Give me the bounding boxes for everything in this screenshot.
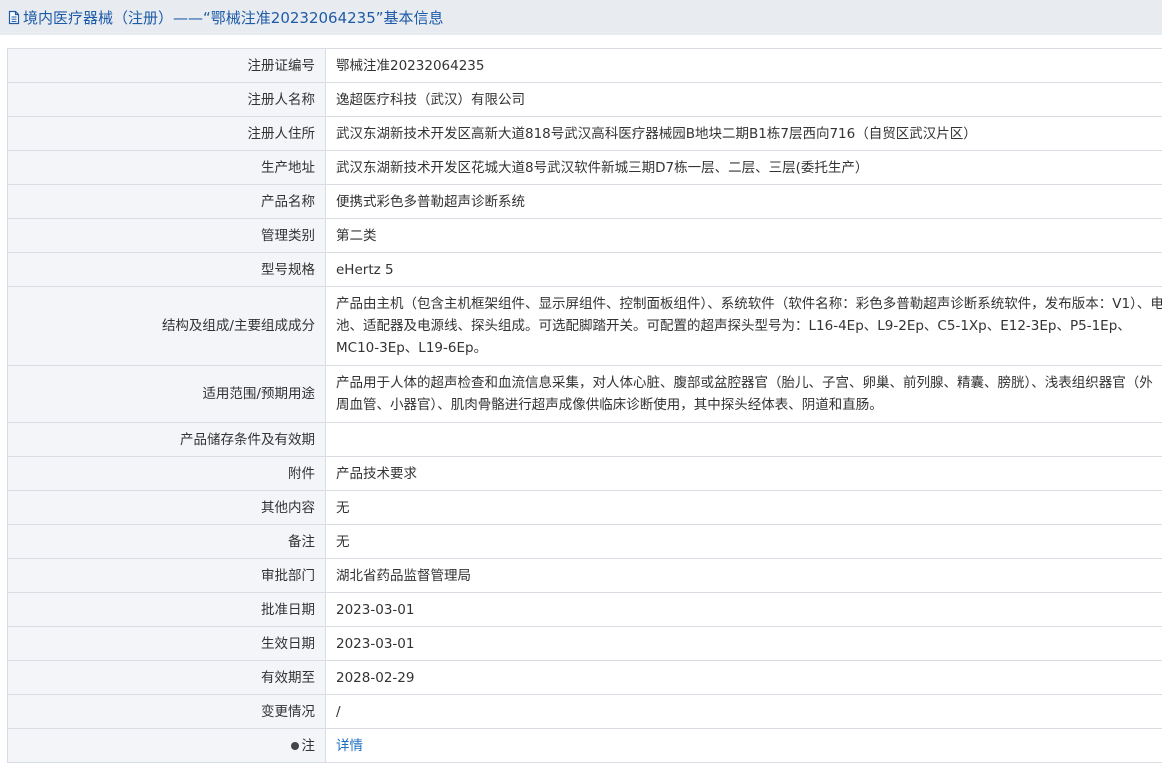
field-label: 产品储存条件及有效期 [8, 423, 326, 457]
field-value: eHertz 5 [326, 253, 1162, 287]
field-value: 2028-02-29 [326, 661, 1162, 695]
field-label: 备注 [8, 525, 326, 559]
field-label: 其他内容 [8, 491, 326, 525]
field-value: 鄂械注准20232064235 [326, 49, 1162, 83]
field-label: 生效日期 [8, 627, 326, 661]
field-label: 型号规格 [8, 253, 326, 287]
field-label: 结构及组成/主要组成成分 [8, 287, 326, 366]
bullet-icon [291, 742, 299, 750]
table-row: 注册人住所 武汉东湖新技术开发区高新大道818号武汉高科医疗器械园B地块二期B1… [8, 117, 1162, 151]
field-label: 管理类别 [8, 219, 326, 253]
field-value: 武汉东湖新技术开发区高新大道818号武汉高科医疗器械园B地块二期B1栋7层西向7… [326, 117, 1162, 151]
field-label: 变更情况 [8, 695, 326, 729]
field-label: 生产地址 [8, 151, 326, 185]
note-row: 注 详情 [8, 729, 1162, 763]
table-row: 变更情况 / [8, 695, 1162, 729]
table-row: 生产地址 武汉东湖新技术开发区花城大道8号武汉软件新城三期D7栋一层、二层、三层… [8, 151, 1162, 185]
table-row: 备注 无 [8, 525, 1162, 559]
table-row: 审批部门 湖北省药品监督管理局 [8, 559, 1162, 593]
field-value: 2023-03-01 [326, 593, 1162, 627]
field-value: 便携式彩色多普勒超声诊断系统 [326, 185, 1162, 219]
table-row: 适用范围/预期用途 产品用于人体的超声检查和血流信息采集，对人体心脏、腹部或盆腔… [8, 366, 1162, 423]
field-label: 有效期至 [8, 661, 326, 695]
table-row: 型号规格 eHertz 5 [8, 253, 1162, 287]
field-value: 第二类 [326, 219, 1162, 253]
table-row: 附件 产品技术要求 [8, 457, 1162, 491]
field-value: 2023-03-01 [326, 627, 1162, 661]
field-value [326, 423, 1162, 457]
field-value: 产品用于人体的超声检查和血流信息采集，对人体心脏、腹部或盆腔器官（胎儿、子宫、卵… [326, 366, 1162, 423]
table-row: 生效日期 2023-03-01 [8, 627, 1162, 661]
table-row: 批准日期 2023-03-01 [8, 593, 1162, 627]
note-label-text: 注 [302, 738, 316, 754]
table-row: 有效期至 2028-02-29 [8, 661, 1162, 695]
table-row: 注册证编号 鄂械注准20232064235 [8, 49, 1162, 83]
table-row: 产品名称 便携式彩色多普勒超声诊断系统 [8, 185, 1162, 219]
details-link[interactable]: 详情 [336, 738, 363, 754]
note-value: 详情 [326, 729, 1162, 763]
field-label: 产品名称 [8, 185, 326, 219]
note-label: 注 [8, 729, 326, 763]
field-label: 批准日期 [8, 593, 326, 627]
field-label: 注册人住所 [8, 117, 326, 151]
field-label: 附件 [8, 457, 326, 491]
field-label: 注册人名称 [8, 83, 326, 117]
table-row: 产品储存条件及有效期 [8, 423, 1162, 457]
field-value: 产品技术要求 [326, 457, 1162, 491]
field-value: 无 [326, 525, 1162, 559]
page-title: 境内医疗器械（注册）——“鄂械注准20232064235”基本信息 [23, 7, 444, 28]
field-value: 湖北省药品监督管理局 [326, 559, 1162, 593]
field-value: 无 [326, 491, 1162, 525]
table-row: 其他内容 无 [8, 491, 1162, 525]
field-label: 审批部门 [8, 559, 326, 593]
table-row: 注册人名称 逸超医疗科技（武汉）有限公司 [8, 83, 1162, 117]
page-title-bar: 境内医疗器械（注册）——“鄂械注准20232064235”基本信息 [0, 0, 1162, 35]
table-row: 结构及组成/主要组成成分 产品由主机（包含主机框架组件、显示屏组件、控制面板组件… [8, 287, 1162, 366]
field-label: 适用范围/预期用途 [8, 366, 326, 423]
field-value: 逸超医疗科技（武汉）有限公司 [326, 83, 1162, 117]
field-value: 产品由主机（包含主机框架组件、显示屏组件、控制面板组件）、系统软件（软件名称：彩… [326, 287, 1162, 366]
table-row: 管理类别 第二类 [8, 219, 1162, 253]
field-label: 注册证编号 [8, 49, 326, 83]
field-value: 武汉东湖新技术开发区花城大道8号武汉软件新城三期D7栋一层、二层、三层(委托生产… [326, 151, 1162, 185]
document-icon [7, 10, 21, 25]
registration-detail-table: 注册证编号 鄂械注准20232064235 注册人名称 逸超医疗科技（武汉）有限… [7, 48, 1162, 763]
field-value: / [326, 695, 1162, 729]
